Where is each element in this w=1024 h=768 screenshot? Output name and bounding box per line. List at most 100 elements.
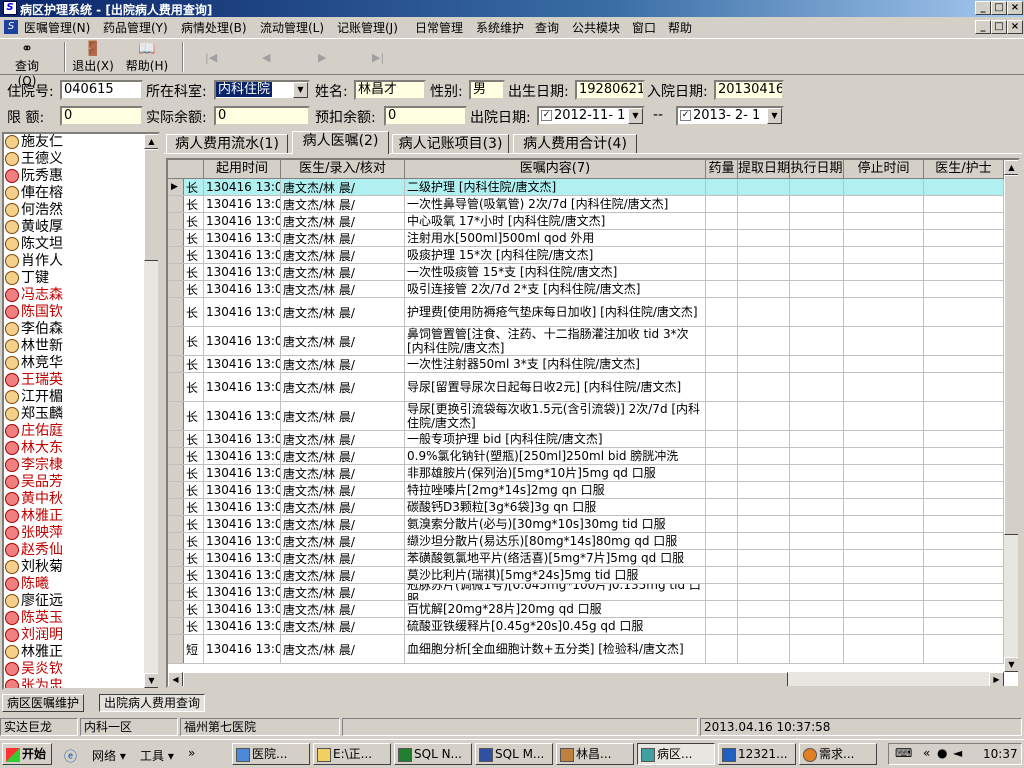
row-header[interactable]	[168, 482, 184, 498]
menu-system[interactable]: 系统维护	[476, 19, 524, 36]
patient-list-item[interactable]: 林雅正	[4, 508, 146, 525]
orders-grid[interactable]: 起用时间 医生/录入/核对 医嘱内容(7) 药量 提取日期 执行日期 停止时间 …	[166, 158, 1020, 688]
patient-list-item[interactable]: 李宗棣	[4, 457, 146, 474]
prev-record-icon[interactable]: ◀	[262, 51, 270, 64]
prebalance-field[interactable]: 0	[384, 106, 467, 126]
grid-row[interactable]: 长130416 13:00唐文杰/林 晨/百忧解[20mg*28片]20mg q…	[168, 601, 1004, 618]
patient-list-item[interactable]: 黄岐厚	[4, 219, 146, 236]
menu-daily[interactable]: 日常管理	[415, 19, 463, 36]
patient-list-item[interactable]: 俥在榕	[4, 185, 146, 202]
patient-list-item[interactable]: 陈文坦	[4, 236, 146, 253]
row-header[interactable]	[168, 516, 184, 532]
grid-row[interactable]: ▶ 长130416 13:00唐文杰/林 晨/二级护理 [内科住院/唐文杰]	[168, 179, 1004, 196]
birth-field[interactable]: 19280621	[575, 80, 645, 100]
clock[interactable]: 10:37	[983, 747, 1018, 761]
chevron-down-icon[interactable]: ▼	[628, 108, 643, 124]
name-field[interactable]: 林昌才	[354, 80, 426, 100]
grid-row[interactable]: 长130416 13:00唐文杰/林 晨/吸痰护理 15*次 [内科住院/唐文杰…	[168, 247, 1004, 264]
patient-list-item[interactable]: 冯志森	[4, 287, 146, 304]
patient-list-item[interactable]: 何浩然	[4, 202, 146, 219]
grid-header-stop-time[interactable]: 停止时间	[844, 160, 924, 179]
grid-row[interactable]: 长130416 13:00唐文杰/林 晨/导尿[留置导尿次日起每日收2元] [内…	[168, 373, 1004, 402]
chevron-down-icon[interactable]: ▼	[767, 108, 782, 124]
row-header[interactable]	[168, 448, 184, 464]
grid-row[interactable]: 长130416 13:00唐文杰/林 晨/导尿[更换引流袋每次收1.5元(含引流…	[168, 402, 1004, 431]
patient-list-item[interactable]: 吴炎钦	[4, 661, 146, 678]
tools-toolbar[interactable]: 工具 ▾	[140, 747, 174, 764]
discharge-from-checkbox[interactable]: ✓	[541, 110, 552, 121]
grid-row[interactable]: 短130416 13:00唐文杰/林 晨/血细胞分析[全血细胞计数+五分类] […	[168, 635, 1004, 664]
scroll-thumb[interactable]	[144, 149, 158, 261]
grid-row[interactable]: 长130416 13:00唐文杰/林 晨/苯磺酸氨氯地平片(络活喜)[5mg*7…	[168, 550, 1004, 567]
patient-list-item[interactable]: 林世新	[4, 338, 146, 355]
patient-list-item[interactable]: 王德义	[4, 151, 146, 168]
ie-icon[interactable]: ⓔ	[64, 746, 77, 765]
admit-date-field[interactable]: 20130416	[714, 80, 784, 100]
row-header[interactable]	[168, 213, 184, 229]
row-header[interactable]	[168, 618, 184, 634]
row-header[interactable]	[168, 465, 184, 481]
grid-row[interactable]: 长130416 13:00唐文杰/林 晨/一般专项护理 bid [内科住院/唐文…	[168, 431, 1004, 448]
next-record-icon[interactable]: ▶	[318, 51, 326, 64]
limit-field[interactable]: 0	[60, 106, 143, 126]
task-requirements[interactable]: 需求...	[799, 743, 877, 765]
exit-button[interactable]: 🚪 退出(X)	[72, 41, 114, 74]
row-header[interactable]	[168, 373, 184, 401]
scroll-up-icon[interactable]: ▲	[144, 134, 158, 149]
grid-vscrollbar[interactable]: ▲ ▼	[1004, 160, 1018, 672]
patient-list-item[interactable]: 刘润明	[4, 627, 146, 644]
patient-list-item[interactable]: 江开楣	[4, 389, 146, 406]
scroll-thumb[interactable]	[183, 672, 788, 686]
grid-hscrollbar[interactable]: ◀ ▶	[168, 672, 1004, 686]
admission-no-field[interactable]: 040615	[60, 80, 143, 100]
row-header[interactable]	[168, 601, 184, 617]
task-12321[interactable]: 12321...	[718, 743, 796, 765]
scroll-up-icon[interactable]: ▲	[1004, 160, 1018, 175]
row-header[interactable]	[168, 298, 184, 326]
minimize-button[interactable]: _	[975, 1, 991, 15]
patient-list-item[interactable]: 吴品芳	[4, 474, 146, 491]
task-hospital[interactable]: 医院...	[232, 743, 310, 765]
child-restore-button[interactable]: □	[991, 20, 1007, 34]
grid-row[interactable]: 长130416 13:00唐文杰/林 晨/碳酸钙D3颗粒[3g*6袋]3g qn…	[168, 499, 1004, 516]
patient-list-item[interactable]: 黄中秋	[4, 491, 146, 508]
patient-list-item[interactable]: 施友仁	[4, 134, 146, 151]
window-tab-orders[interactable]: 病区医嘱维护	[2, 694, 85, 712]
first-record-icon[interactable]: |◀	[205, 51, 217, 64]
row-header[interactable]	[168, 356, 184, 372]
volume-icon[interactable]: ◄	[953, 746, 962, 760]
menu-billing[interactable]: 记账管理(J)	[337, 19, 398, 36]
task-sql-m[interactable]: SQL M...	[475, 743, 553, 765]
row-header[interactable]: ▶	[168, 179, 184, 195]
tray-expand-icon[interactable]: «	[923, 746, 930, 760]
row-header[interactable]	[168, 533, 184, 549]
row-header[interactable]	[168, 281, 184, 297]
qq-icon[interactable]: ●	[937, 746, 947, 760]
task-sql-n[interactable]: SQL N...	[394, 743, 472, 765]
row-header[interactable]	[168, 402, 184, 430]
patient-list-item[interactable]: 林竞华	[4, 355, 146, 372]
grid-row[interactable]: 长130416 13:00唐文杰/林 晨/注射用水[500ml]500ml qo…	[168, 230, 1004, 247]
keyboard-icon[interactable]: ⌨	[895, 746, 912, 760]
start-button[interactable]: 开始	[2, 743, 52, 765]
child-minimize-button[interactable]: _	[975, 20, 991, 34]
grid-row[interactable]: 长130416 13:00唐文杰/林 晨/护理费[使用防褥疮气垫床每日加收] […	[168, 298, 1004, 327]
row-header[interactable]	[168, 196, 184, 212]
grid-header-extract-date[interactable]: 提取日期	[738, 160, 790, 179]
row-header[interactable]	[168, 431, 184, 447]
patient-list-item[interactable]: 王瑞英	[4, 372, 146, 389]
grid-row[interactable]: 长130416 13:00唐文杰/林 晨/鼻饲管置管[注食、注药、十二指肠灌注加…	[168, 327, 1004, 356]
sex-field[interactable]: 男	[469, 80, 505, 100]
grid-header-start-time[interactable]: 起用时间	[204, 160, 281, 179]
menu-orders[interactable]: 医嘱管理(N)	[24, 19, 90, 36]
patient-list-item[interactable]: 陈英玉	[4, 610, 146, 627]
row-header[interactable]	[168, 264, 184, 280]
grid-row[interactable]: 长130416 13:00唐文杰/林 晨/一次性鼻导管(吸氧管) 2次/7d […	[168, 196, 1004, 213]
row-header[interactable]	[168, 635, 184, 663]
grid-header-exec-date[interactable]: 执行日期	[790, 160, 844, 179]
patient-list-item[interactable]: 李伯森	[4, 321, 146, 338]
patient-list-item[interactable]: 刘秋菊	[4, 559, 146, 576]
patient-list-scrollbar[interactable]: ▲ ▼	[144, 134, 158, 688]
discharge-from-picker[interactable]: ✓ 2012-11- 1 ▼	[537, 106, 645, 126]
child-window-icon[interactable]: S	[4, 20, 18, 34]
